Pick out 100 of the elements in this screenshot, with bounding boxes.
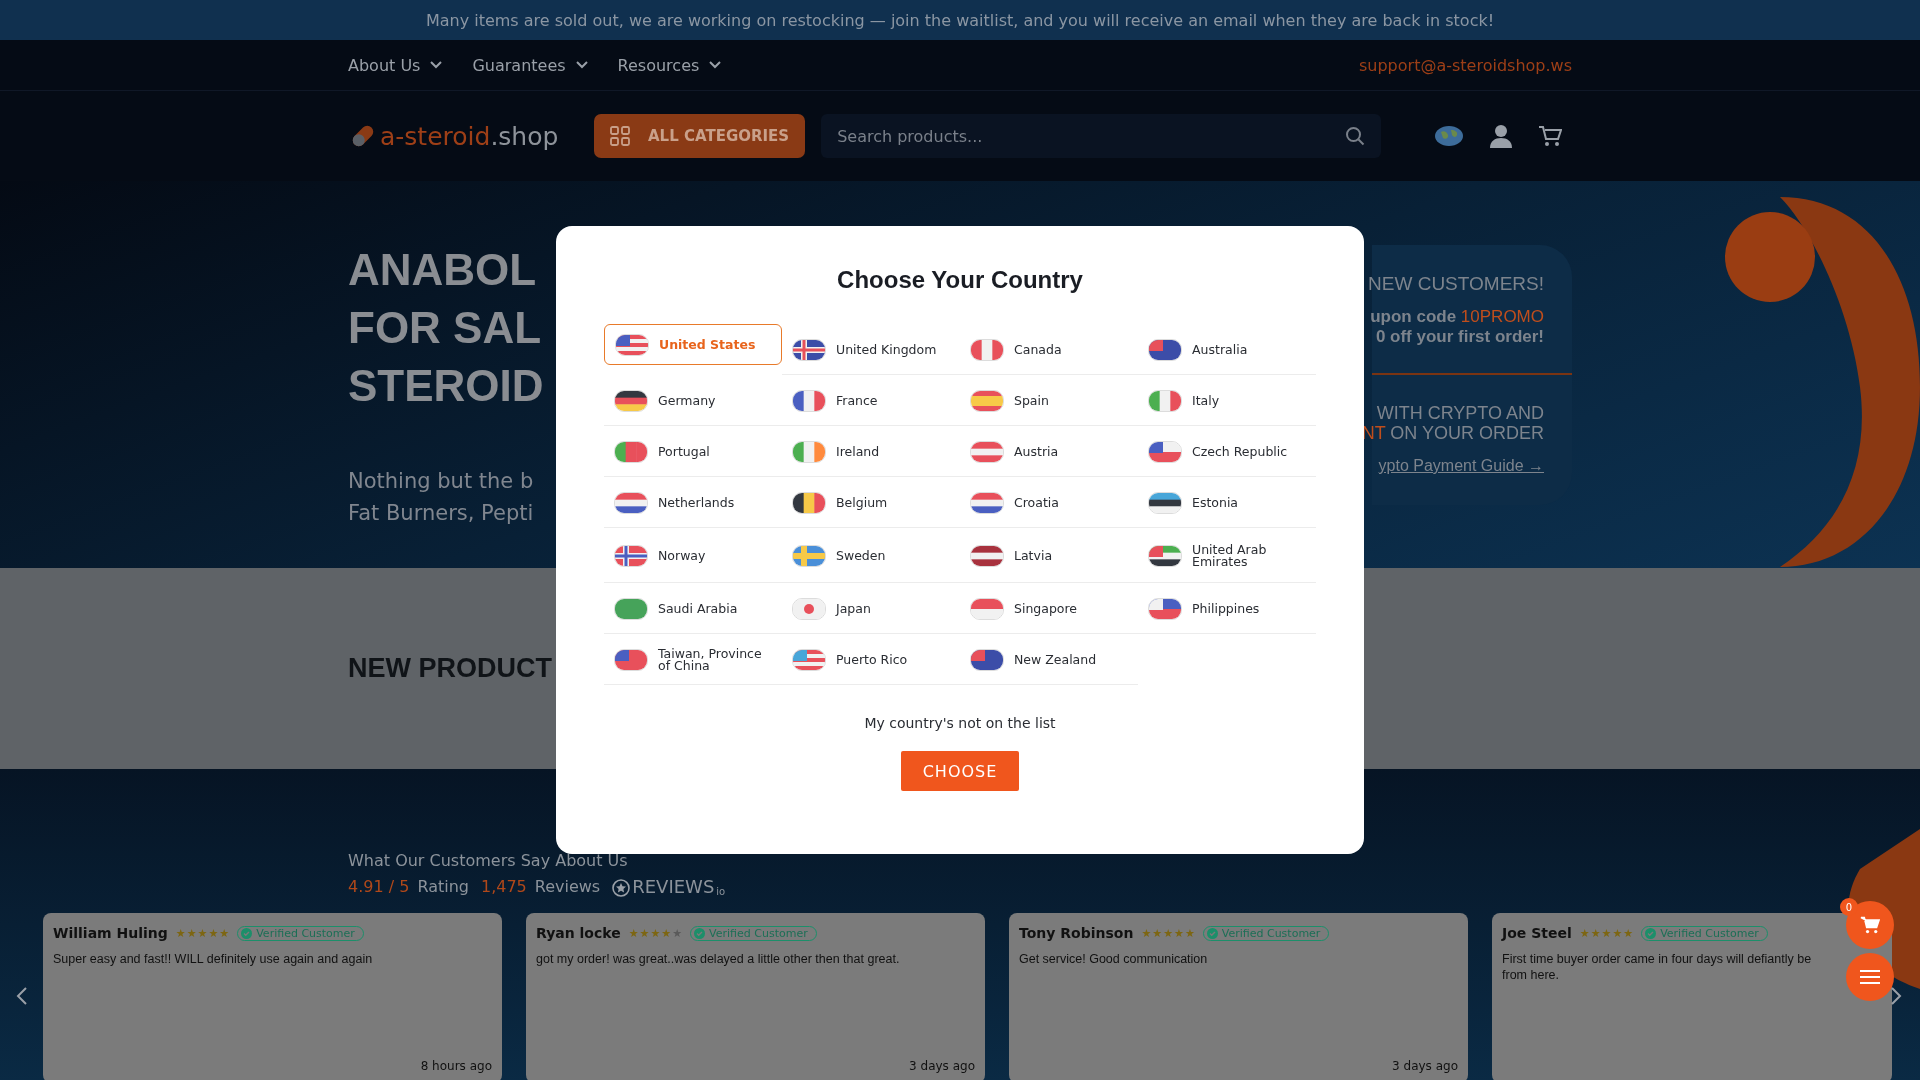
country-option[interactable]: Spain xyxy=(960,375,1138,426)
flag-icon xyxy=(1148,544,1182,567)
country-option[interactable]: Italy xyxy=(1138,375,1316,426)
star-circle-icon xyxy=(612,879,631,897)
flag-icon xyxy=(970,648,1004,671)
chevron-icon xyxy=(709,61,722,69)
flag-icon xyxy=(614,544,648,567)
country-option[interactable]: Taiwan, Province of China xyxy=(604,634,782,685)
announcement-text: Many items are sold out, we are working on restocking — join the waitlist, and you will receive an email when they are back in stock! xyxy=(425,10,1495,30)
rating-label: Rating xyxy=(417,877,469,896)
country-option[interactable]: Ireland xyxy=(782,426,960,477)
star-rating: ★★★★★ xyxy=(628,926,683,940)
flag-icon xyxy=(615,333,649,356)
crypto-text: WITH CRYPTO AND xyxy=(1376,403,1544,423)
grid-icon xyxy=(610,126,630,146)
menu-icon xyxy=(1859,969,1881,985)
flag-icon xyxy=(792,648,826,671)
review-time: 8 hours ago xyxy=(420,1059,492,1073)
review-text: Super easy and fast!! WILL definitely use again and again xyxy=(53,951,373,967)
reviewer-name: William Huling xyxy=(53,925,168,941)
flag-icon xyxy=(970,491,1004,514)
flag-icon xyxy=(614,389,648,412)
reviews-title: What Our Customers Say About Us xyxy=(348,851,629,870)
flag-icon xyxy=(970,597,1004,620)
flag-icon xyxy=(1148,491,1182,514)
user-icon[interactable] xyxy=(1490,124,1512,148)
country-option[interactable]: France xyxy=(782,375,960,426)
section-title: NEW PRODUCT xyxy=(348,653,552,683)
hero-heading: STEROID xyxy=(348,360,544,412)
flag-icon xyxy=(614,491,648,514)
country-option[interactable]: United Kingdom xyxy=(782,324,960,375)
flag-icon xyxy=(792,597,826,620)
hero-heading: FOR SAL xyxy=(348,302,542,354)
country-option[interactable]: Germany xyxy=(604,375,782,426)
country-option[interactable]: Netherlands xyxy=(604,477,782,528)
nav-menu-item[interactable]: Resources xyxy=(617,55,722,75)
flag-icon xyxy=(792,338,826,361)
country-option[interactable]: Croatia xyxy=(960,477,1138,528)
country-option[interactable]: Japan xyxy=(782,583,960,634)
flag-icon xyxy=(614,597,648,620)
flag-icon xyxy=(1148,440,1182,463)
review-text: from here. xyxy=(1502,967,1559,983)
country-option[interactable]: Puerto Rico xyxy=(782,634,960,685)
flag-icon xyxy=(792,491,826,514)
flag-icon xyxy=(970,338,1004,361)
country-option[interactable]: Philippines xyxy=(1138,583,1316,634)
dialog-title: Choose Your Country xyxy=(837,266,1083,294)
promo-text: 0 off your first order! xyxy=(1375,327,1544,347)
review-time: 3 days ago xyxy=(1392,1059,1458,1073)
flag-icon xyxy=(1148,389,1182,412)
country-option[interactable]: United Arab Emirates xyxy=(1138,528,1316,583)
country-option[interactable]: Singapore xyxy=(960,583,1138,634)
globe-icon[interactable] xyxy=(1434,125,1464,147)
logo-text[interactable]: a-steroid.shop xyxy=(380,121,559,151)
review-count: 1,475 xyxy=(480,877,527,896)
hero-subtitle: Fat Burners, Pepti xyxy=(348,500,534,527)
star-rating: ★★★★★ xyxy=(175,926,230,940)
review-count-label: Reviews xyxy=(534,877,601,896)
country-option[interactable]: Portugal xyxy=(604,426,782,477)
country-option[interactable]: Norway xyxy=(604,528,782,583)
country-option[interactable]: Saudi Arabia xyxy=(604,583,782,634)
cart-icon[interactable] xyxy=(1538,125,1562,147)
flag-icon xyxy=(792,440,826,463)
flag-icon xyxy=(614,648,648,671)
country-option[interactable]: Czech Republic xyxy=(1138,426,1316,477)
reviewer-name: Tony Robinson xyxy=(1019,925,1134,941)
review-text: Get service! Good communication xyxy=(1019,951,1208,967)
nav-menu-item[interactable]: About Us xyxy=(348,55,443,75)
nav-menu-item[interactable]: Guarantees xyxy=(472,55,588,75)
country-option[interactable]: New Zealand xyxy=(960,634,1138,685)
reviews-logo-suffix: io xyxy=(716,886,726,897)
country-option[interactable]: Sweden xyxy=(782,528,960,583)
country-option[interactable]: Austria xyxy=(960,426,1138,477)
country-option[interactable]: Belgium xyxy=(782,477,960,528)
country-option[interactable]: Estonia xyxy=(1138,477,1316,528)
flag-icon xyxy=(1148,338,1182,361)
country-option[interactable]: Australia xyxy=(1138,324,1316,375)
cart-icon xyxy=(1860,916,1880,934)
hero-subtitle: Nothing but the b xyxy=(348,468,534,495)
star-rating: ★★★★★ xyxy=(1579,926,1634,940)
review-time: 3 days ago xyxy=(909,1059,975,1073)
promo-title: NEW CUSTOMERS! xyxy=(1368,273,1544,295)
flag-icon xyxy=(1148,597,1182,620)
country-option[interactable]: Latvia xyxy=(960,528,1138,583)
not-listed-link[interactable]: My country's not on the list xyxy=(864,715,1056,731)
search-field[interactable]: Search products... xyxy=(821,114,1382,158)
flag-icon xyxy=(970,544,1004,567)
reviewer-name: Joe Steel xyxy=(1502,925,1572,941)
flag-icon xyxy=(792,389,826,412)
review-text: got my order! was great..was delayed a little other then that great. xyxy=(536,951,900,967)
promo-text: upon code 10PROMO xyxy=(1370,307,1544,327)
search-icon[interactable] xyxy=(1345,126,1366,146)
flag-icon xyxy=(970,440,1004,463)
country-option[interactable]: Canada xyxy=(960,324,1138,375)
crypto-guide-link[interactable]: ypto Payment Guide → xyxy=(1378,457,1544,475)
flag-icon xyxy=(792,544,826,567)
star-rating: ★★★★★ xyxy=(1141,926,1195,940)
chevron-icon xyxy=(430,61,443,69)
reviews-logo: REVIEWS xyxy=(632,876,715,897)
flag-icon xyxy=(614,440,648,463)
